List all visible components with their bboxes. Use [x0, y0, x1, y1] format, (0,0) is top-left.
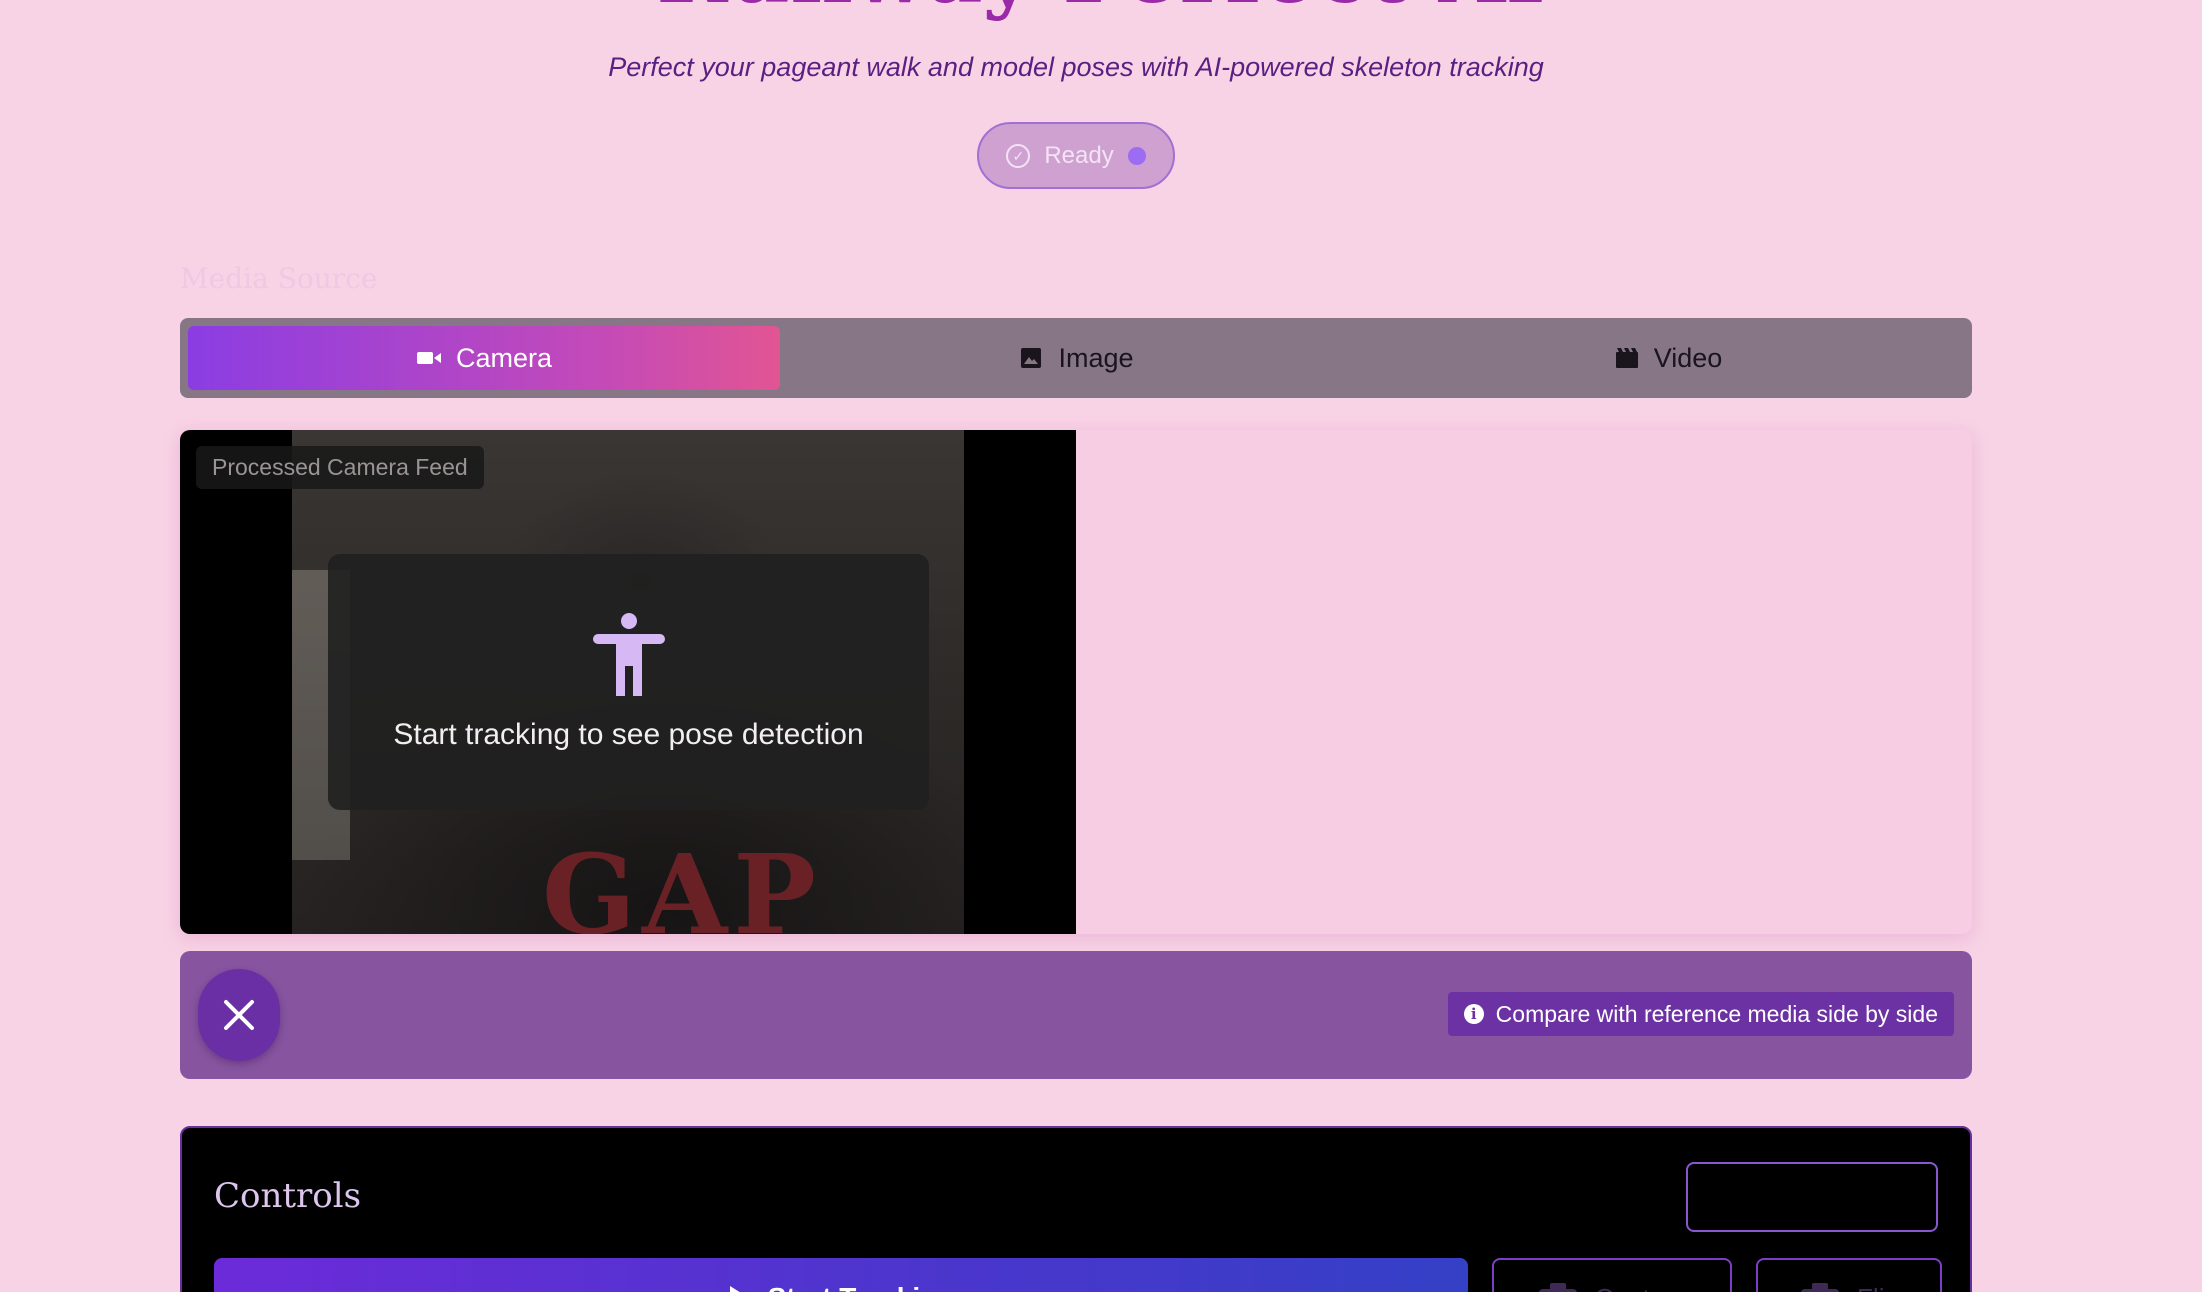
- controls-panel: Controls Start Tracking Capture Flip: [180, 1126, 1972, 1292]
- status-badge: ✓ Ready: [977, 122, 1175, 189]
- compare-hint-chip: i Compare with reference media side by s…: [1447, 992, 1954, 1036]
- videocam-icon: [416, 352, 441, 364]
- app-subtitle: Perfect your pageant walk and model pose…: [608, 52, 1544, 82]
- close-comparison-button[interactable]: [198, 969, 280, 1061]
- start-tracking-label: Start Tracking: [768, 1282, 955, 1292]
- status-dot-icon: [1127, 146, 1146, 165]
- tab-video-label: Video: [1653, 342, 1723, 373]
- accessibility-icon: [592, 613, 665, 696]
- media-source-tabs: Camera Image Video: [180, 318, 1972, 398]
- tab-camera-label: Camera: [455, 342, 553, 373]
- pose-placeholder-overlay: Start tracking to see pose detection: [328, 554, 929, 810]
- compare-hint-text: Compare with reference media side by sid…: [1495, 1000, 1938, 1027]
- camera-feed: GAP Processed Camera Feed Start tracking…: [180, 430, 1076, 934]
- comparison-action-bar: i Compare with reference media side by s…: [180, 951, 1972, 1079]
- info-icon: i: [1463, 1004, 1484, 1024]
- media-source-heading: Media Source: [180, 262, 378, 295]
- controls-option-button[interactable]: [1686, 1162, 1938, 1232]
- close-icon: [224, 1000, 254, 1030]
- tab-video[interactable]: Video: [1372, 326, 1964, 390]
- controls-title: Controls: [214, 1176, 362, 1216]
- tab-image[interactable]: Image: [780, 326, 1372, 390]
- app-title: Runway Perfect AI: [0, 0, 2202, 23]
- status-label: Ready: [1044, 141, 1114, 169]
- play-icon: [729, 1286, 740, 1292]
- capture-label: Capture: [1595, 1283, 1688, 1292]
- overlay-message: Start tracking to see pose detection: [393, 718, 864, 751]
- camera-icon: [1538, 1283, 1577, 1292]
- flip-label: Flip: [1857, 1283, 1899, 1292]
- flip-camera-icon: [1801, 1283, 1839, 1292]
- shirt-logo: GAP: [542, 830, 823, 934]
- image-icon: [1021, 348, 1042, 368]
- check-circle-icon: ✓: [1006, 143, 1031, 168]
- tab-camera[interactable]: Camera: [188, 326, 780, 390]
- movie-icon: [1615, 348, 1638, 368]
- feed-label: Processed Camera Feed: [196, 446, 484, 489]
- capture-button[interactable]: Capture: [1492, 1258, 1732, 1292]
- tab-image-label: Image: [1058, 342, 1134, 373]
- start-tracking-button[interactable]: Start Tracking: [214, 1258, 1468, 1292]
- flip-button[interactable]: Flip: [1756, 1258, 1942, 1292]
